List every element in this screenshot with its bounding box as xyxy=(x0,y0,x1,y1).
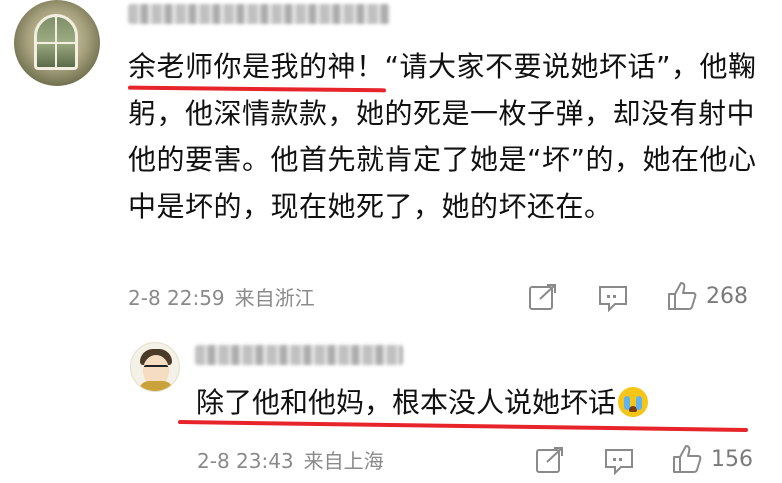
share-icon[interactable] xyxy=(535,446,565,474)
like-count: 268 xyxy=(706,283,748,309)
comment-text: 余老师你是我的神！“请大家不要说她坏话”，他鞠躬，他深情款款，她的死是一枚子弹，… xyxy=(128,44,758,230)
like-button[interactable]: 156 xyxy=(671,443,753,475)
like-count: 156 xyxy=(711,446,753,472)
crying-face-emoji-icon xyxy=(618,387,649,417)
comment-icon[interactable] xyxy=(597,284,629,312)
avatar-window-image xyxy=(34,14,78,70)
commenter-avatar[interactable] xyxy=(14,0,100,86)
reply-time: 2-8 23:43 xyxy=(197,449,294,473)
reply-meta: 2-8 23:43 来自上海 xyxy=(197,447,384,475)
share-icon[interactable] xyxy=(528,283,558,311)
comment-location: 来自浙江 xyxy=(234,286,315,310)
reply-location: 来自上海 xyxy=(303,449,384,473)
like-icon xyxy=(668,282,697,310)
replier-avatar[interactable] xyxy=(130,342,180,392)
comment-icon[interactable] xyxy=(603,447,635,475)
like-button[interactable]: 268 xyxy=(666,280,748,312)
like-icon xyxy=(673,445,702,473)
replier-username-blurred[interactable] xyxy=(195,345,403,365)
comment-highlighted-text: 余老师你是我的神！ xyxy=(128,50,385,83)
comment-time: 2-8 22:59 xyxy=(128,286,225,310)
reply-text: 除了他和他妈，根本没人说她坏话 xyxy=(196,380,736,426)
comment-meta: 2-8 22:59 来自浙江 xyxy=(128,284,315,312)
commenter-username-blurred[interactable] xyxy=(128,4,390,24)
